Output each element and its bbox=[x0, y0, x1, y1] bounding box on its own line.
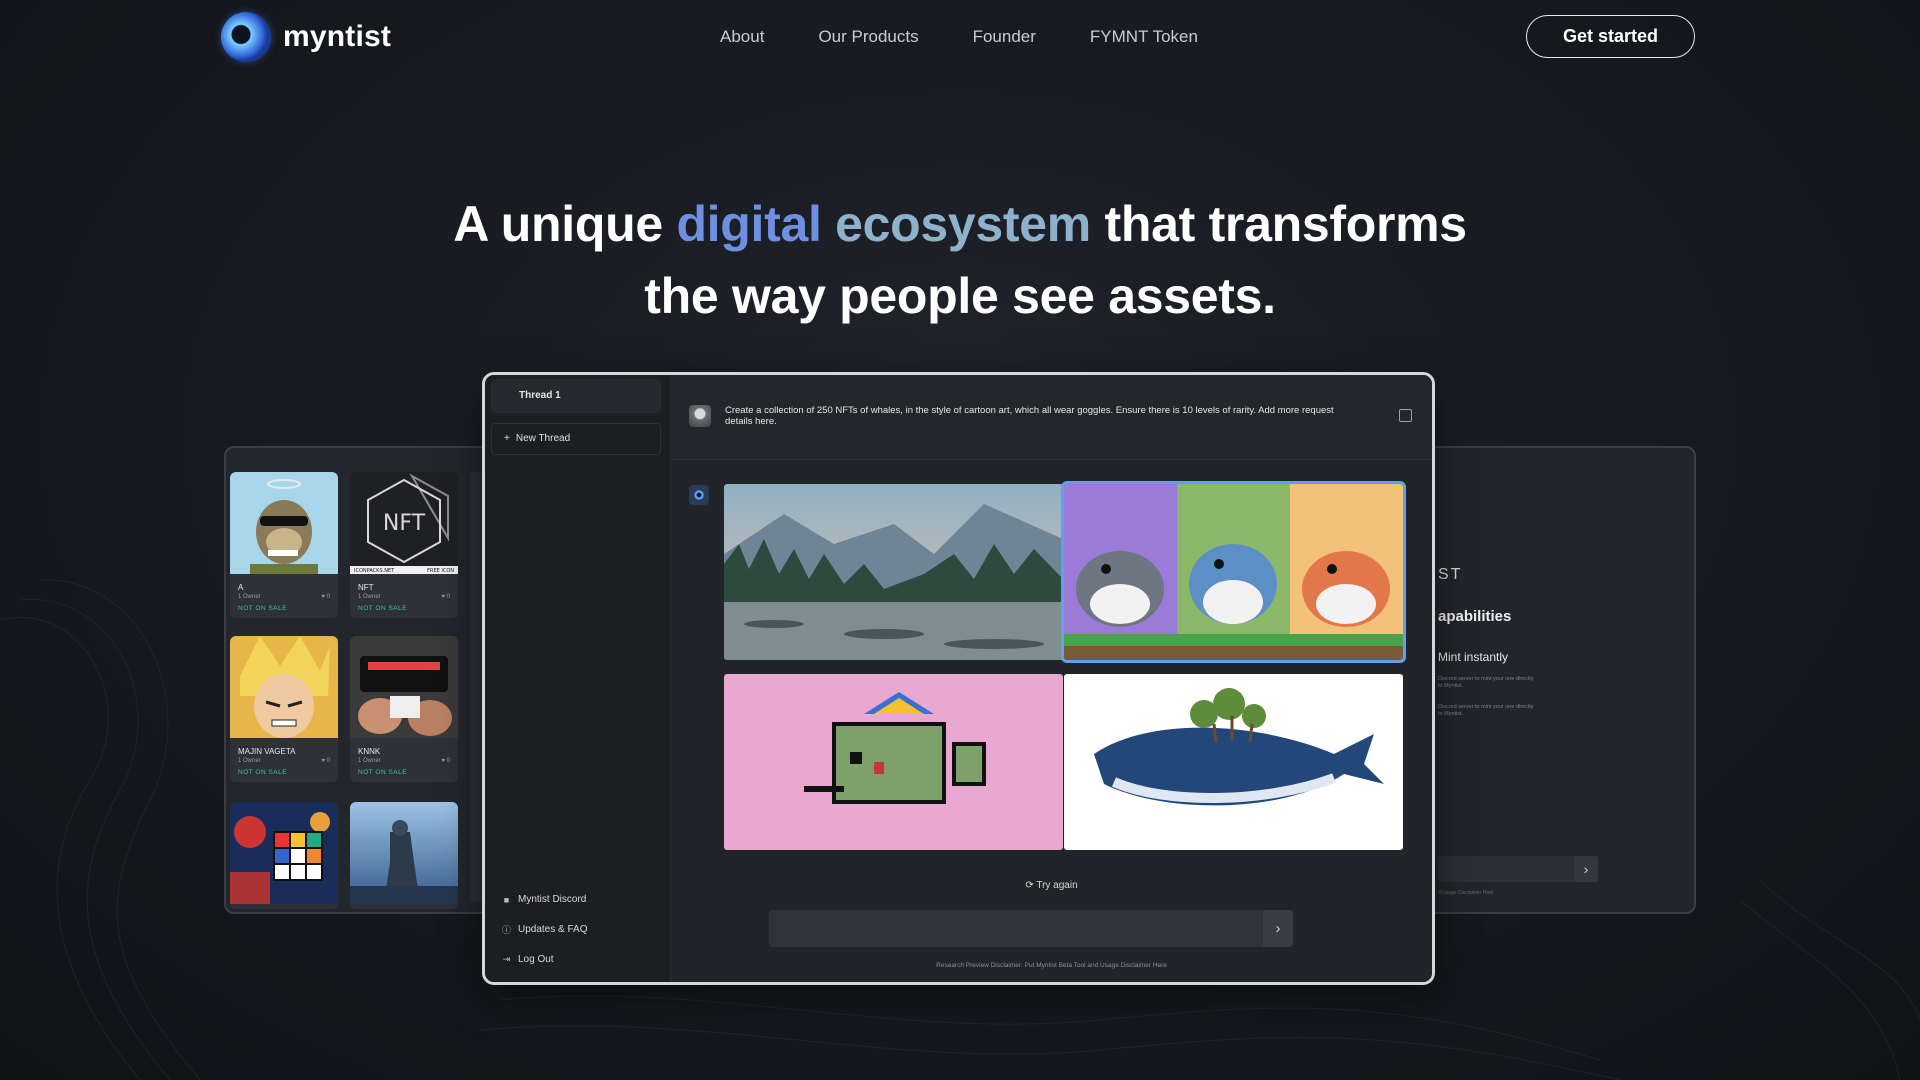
nft-meta: 1 Owner ♥ 0 bbox=[350, 593, 458, 601]
nft-card[interactable]: A 1 Owner ♥ 0 NOT ON SALE bbox=[230, 472, 338, 618]
myntist-logo-icon bbox=[221, 12, 271, 62]
nft-owners: 1 Owner bbox=[358, 758, 381, 764]
nav-links: About Our Products Founder FYMNT Token bbox=[720, 27, 1252, 47]
new-thread-label: New Thread bbox=[515, 433, 571, 444]
logout-icon: ⇥ bbox=[502, 954, 511, 964]
hero-text-suffix: that transforms bbox=[1090, 196, 1468, 252]
nft-banner-right: FREE ICON bbox=[427, 568, 454, 574]
nft-owners: 1 Owner bbox=[358, 594, 381, 600]
nft-likes: ♥ 0 bbox=[321, 594, 330, 600]
nft-title: MAJIN VAGETA bbox=[238, 747, 296, 756]
ape-cartoon-image bbox=[230, 472, 338, 574]
hero-heading: A unique digital ecosystem that transfor… bbox=[0, 188, 1920, 332]
nft-likes: ♥ 0 bbox=[321, 758, 330, 764]
refresh-icon: ⟳ bbox=[1025, 880, 1034, 891]
nav-link-about[interactable]: About bbox=[720, 27, 764, 47]
nft-meta: 1 Owner ♥ 0 bbox=[350, 757, 458, 765]
svg-text:NFT: NFT bbox=[383, 511, 426, 536]
capabilities-preview: ST apabilities Mint instantly Discord se… bbox=[1420, 446, 1696, 914]
mint-note-2: Discord server to mint your one directly… bbox=[1438, 704, 1534, 717]
generated-image-cartoon-whales[interactable] bbox=[1064, 484, 1403, 660]
nft-card[interactable]: KNNK 1 Owner ♥ 0 NOT ON SALE bbox=[350, 636, 458, 782]
nft-status: NOT ON SALE bbox=[238, 769, 288, 776]
nft-title: KNNK bbox=[358, 747, 381, 756]
try-again-button[interactable]: ⟳ Try again bbox=[671, 880, 1432, 891]
sidebar-item-updates-faq[interactable]: ⓘ Updates & FAQ bbox=[501, 924, 588, 935]
sidebar-item-label: Log Out bbox=[518, 954, 554, 965]
plus-icon: + bbox=[504, 433, 510, 444]
nav-link-founder[interactable]: Founder bbox=[973, 27, 1036, 47]
brand-name: myntist bbox=[283, 20, 392, 53]
send-chevron-icon[interactable]: › bbox=[1263, 910, 1293, 947]
nft-status: NOT ON SALE bbox=[238, 605, 288, 612]
nft-card[interactable]: NFT ICONPACKS.NET FREE ICON NFT 1 Owner … bbox=[350, 472, 458, 618]
nft-owners: 1 Owner bbox=[238, 758, 261, 764]
hero-text-prefix: A unique bbox=[453, 196, 677, 252]
top-navigation: myntist About Our Products Founder FYMNT… bbox=[0, 0, 1920, 76]
edit-icon[interactable] bbox=[1399, 409, 1412, 422]
avatar bbox=[689, 405, 711, 427]
nft-likes: ♥ 0 bbox=[441, 758, 450, 764]
nft-title: NFT bbox=[358, 583, 374, 592]
chat-main-area: Create a collection of 250 NFTs of whale… bbox=[671, 375, 1432, 982]
nft-like-count: 0 bbox=[326, 594, 330, 600]
hero-line-1: A unique digital ecosystem that transfor… bbox=[0, 188, 1920, 260]
sidebar-item-label: Myntist Discord bbox=[518, 894, 587, 905]
nav-link-our-products[interactable]: Our Products bbox=[818, 27, 918, 47]
new-thread-button[interactable]: + New Thread bbox=[491, 423, 661, 455]
nft-owners: 1 Owner bbox=[238, 594, 261, 600]
nft-like-count: 0 bbox=[326, 758, 330, 764]
sidebar-item-label: Updates & FAQ bbox=[518, 924, 588, 935]
nft-card[interactable] bbox=[350, 802, 458, 909]
try-again-label: Try again bbox=[1036, 880, 1078, 891]
nft-like-count: 0 bbox=[446, 594, 450, 600]
disclaimer-text: Research Preview Disclaimer: Put Myntist… bbox=[936, 962, 1167, 969]
generated-image-landscape[interactable] bbox=[724, 484, 1063, 660]
anime-character-image bbox=[230, 636, 338, 738]
user-prompt: Create a collection of 250 NFTs of whale… bbox=[671, 375, 1432, 460]
get-started-button[interactable]: Get started bbox=[1526, 15, 1695, 58]
mint-instantly-label: Mint instantly bbox=[1438, 650, 1509, 664]
nft-status: NOT ON SALE bbox=[358, 605, 408, 612]
thread-sidebar: Thread 1 + New Thread ■ Myntist Discord ⓘ… bbox=[485, 375, 671, 982]
hero-highlight-digital: digital bbox=[676, 196, 822, 252]
hero-highlight-ecosystem: ecosystem bbox=[835, 196, 1091, 252]
sidebar-item-log-out[interactable]: ⇥ Log Out bbox=[501, 954, 554, 965]
discord-icon: ■ bbox=[503, 894, 510, 905]
chevron-right-icon[interactable]: › bbox=[1574, 856, 1598, 882]
nft-meta: 1 Owner ♥ 0 bbox=[230, 593, 338, 601]
sidebar-item-discord[interactable]: ■ Myntist Discord bbox=[501, 894, 587, 905]
app-preview-window: Thread 1 + New Thread ■ Myntist Discord ⓘ… bbox=[482, 372, 1435, 985]
myntist-bot-icon bbox=[689, 485, 709, 505]
nft-card[interactable]: MAJIN VAGETA 1 Owner ♥ 0 NOT ON SALE bbox=[230, 636, 338, 782]
hero-line-2: the way people see assets. bbox=[644, 268, 1276, 324]
nft-meta: 1 Owner ♥ 0 bbox=[230, 757, 338, 765]
chat-input[interactable] bbox=[769, 910, 1285, 947]
brand-logo[interactable]: myntist bbox=[221, 12, 391, 62]
panel-footer: d Usage Disclaimer Here bbox=[1438, 890, 1494, 896]
thread-item[interactable]: Thread 1 bbox=[491, 379, 661, 413]
mint-note-1: Discord server to mint your one directly… bbox=[1438, 676, 1534, 689]
nft-gallery-preview: A 1 Owner ♥ 0 NOT ON SALE NFT ICONPACKS.… bbox=[224, 446, 488, 914]
soldier-game-image bbox=[350, 802, 458, 904]
nft-like-count: 0 bbox=[446, 758, 450, 764]
rubiks-cube-image bbox=[230, 802, 338, 904]
generated-image-pixel-whale[interactable] bbox=[724, 674, 1063, 850]
nft-status: NOT ON SALE bbox=[358, 769, 408, 776]
panel-title-fragment: ST bbox=[1438, 566, 1463, 583]
cards-photo-image bbox=[350, 636, 458, 738]
generated-image-watercolor-whale[interactable] bbox=[1064, 674, 1403, 850]
nft-banner-left: ICONPACKS.NET bbox=[354, 568, 395, 574]
info-icon: ⓘ bbox=[501, 925, 511, 935]
capabilities-heading: apabilities bbox=[1438, 608, 1512, 625]
nft-likes: ♥ 0 bbox=[441, 594, 450, 600]
nft-title: A bbox=[238, 583, 244, 592]
nft-card[interactable] bbox=[230, 802, 338, 909]
nft-logo-image: NFT ICONPACKS.NET FREE ICON bbox=[350, 472, 458, 574]
panel-input[interactable] bbox=[1438, 856, 1584, 882]
nav-link-fymnt-token[interactable]: FYMNT Token bbox=[1090, 27, 1198, 47]
prompt-text: Create a collection of 250 NFTs of whale… bbox=[725, 405, 1334, 427]
